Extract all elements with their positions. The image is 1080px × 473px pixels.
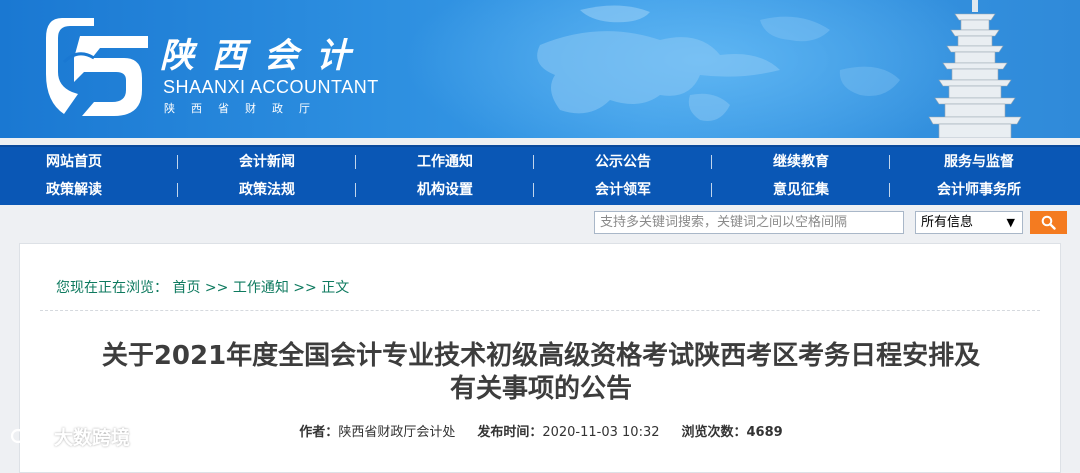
divider bbox=[40, 310, 1040, 311]
breadcrumb-work-notices-link[interactable]: 工作通知 bbox=[233, 280, 289, 296]
search-input[interactable] bbox=[594, 211, 904, 234]
nav-item-continuing-education[interactable]: 继续教育 bbox=[712, 148, 890, 176]
watermark-logo-icon bbox=[10, 428, 48, 444]
search-scope-select[interactable]: 所有信息 ▼ bbox=[915, 211, 1023, 234]
views-value: 4689 bbox=[746, 425, 783, 440]
nav-item-accounting-leaders[interactable]: 会计领军 bbox=[534, 176, 712, 204]
logo-chinese-name: 陕西会计 bbox=[160, 36, 368, 76]
nav-row-1: 网站首页 会计新闻 工作通知 公示公告 继续教育 服务与监督 bbox=[0, 148, 1080, 176]
breadcrumb-separator: >> bbox=[204, 280, 229, 296]
views-label: 浏览次数： bbox=[681, 425, 747, 440]
nav-item-accounting-firms[interactable]: 会计师事务所 bbox=[890, 176, 1068, 204]
nav-item-public-announcements[interactable]: 公示公告 bbox=[534, 148, 712, 176]
watermark: 大数跨境 bbox=[10, 422, 130, 450]
date-label: 发布时间： bbox=[477, 425, 543, 440]
search-icon bbox=[1041, 215, 1056, 230]
nav-item-policy-regulations[interactable]: 政策法规 bbox=[178, 176, 356, 204]
article-title-line-1: 关于2021年度全国会计专业技术初级高级资格考试陕西考区考务日程安排及 bbox=[101, 341, 981, 371]
author-value: 陕西省财政厅会计处 bbox=[338, 425, 456, 440]
breadcrumb: 您现在正在浏览： 首页 >> 工作通知 >> 正文 bbox=[56, 277, 349, 297]
breadcrumb-separator: >> bbox=[293, 280, 317, 296]
search-scope-value: 所有信息 bbox=[921, 215, 974, 230]
search-button[interactable] bbox=[1030, 211, 1067, 234]
breadcrumb-home-link[interactable]: 首页 bbox=[172, 280, 200, 296]
nav-item-policy-interpretation[interactable]: 政策解读 bbox=[0, 176, 178, 204]
dropdown-arrow-icon: ▼ bbox=[1006, 216, 1015, 229]
pagoda-icon bbox=[928, 0, 1022, 138]
header-banner: 陕西会计 SHAANXI ACCOUNTANT 陕西省财政厅 bbox=[0, 0, 1080, 138]
nav-item-accounting-news[interactable]: 会计新闻 bbox=[178, 148, 356, 176]
nav-row-2: 政策解读 政策法规 机构设置 会计领军 意见征集 会计师事务所 bbox=[0, 176, 1080, 204]
breadcrumb-current: 正文 bbox=[321, 280, 350, 296]
nav-item-work-notices[interactable]: 工作通知 bbox=[356, 148, 534, 176]
watermark-text: 大数跨境 bbox=[54, 426, 131, 449]
article-card: 您现在正在浏览： 首页 >> 工作通知 >> 正文 关于2021年度全国会计专业… bbox=[19, 243, 1061, 473]
article-title-line-2: 有关事项的公告 bbox=[449, 374, 632, 404]
author-label: 作者： bbox=[299, 425, 339, 440]
article-meta: 作者：陕西省财政厅会计处 发布时间：2020-11-03 10:32 浏览次数：46… bbox=[20, 421, 1062, 440]
nav-item-home[interactable]: 网站首页 bbox=[0, 148, 178, 176]
nav-item-feedback[interactable]: 意见征集 bbox=[712, 176, 890, 204]
nav-item-service-supervision[interactable]: 服务与监督 bbox=[890, 148, 1068, 176]
logo-subtitle: 陕西省财政厅 bbox=[164, 102, 326, 115]
main-navigation: 网站首页 会计新闻 工作通知 公示公告 继续教育 服务与监督 政策解读 政策法规… bbox=[0, 145, 1080, 205]
breadcrumb-prefix: 您现在正在浏览： bbox=[56, 280, 168, 296]
logo-english-name: SHAANXI ACCOUNTANT bbox=[163, 77, 379, 97]
date-value: 2020-11-03 10:32 bbox=[542, 425, 660, 440]
article-title: 关于2021年度全国会计专业技术初级高级资格考试陕西考区考务日程安排及 有关事项… bbox=[20, 340, 1062, 406]
nav-item-organization[interactable]: 机构设置 bbox=[356, 176, 534, 204]
logo-mark-icon bbox=[46, 18, 148, 116]
